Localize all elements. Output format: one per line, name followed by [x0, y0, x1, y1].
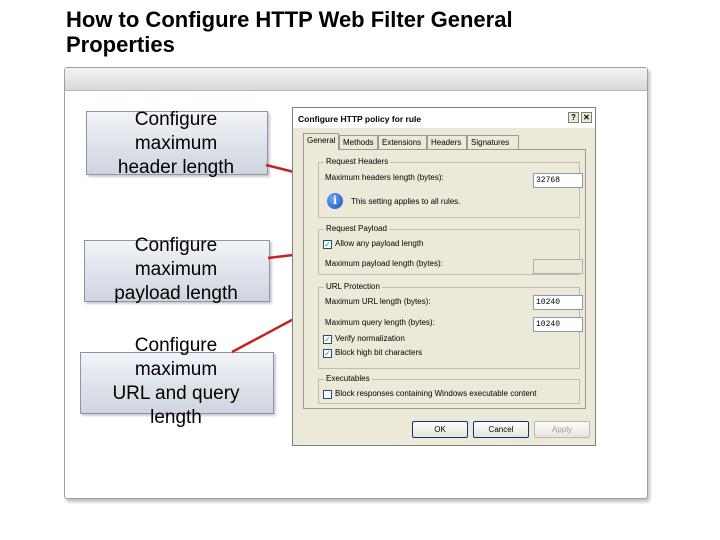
group-legend: Request Payload	[324, 224, 389, 234]
url-protection-group: URL Protection Maximum URL length (bytes…	[318, 282, 583, 369]
executables-group: Executables Block responses containing W…	[318, 374, 580, 404]
apply-button[interactable]: Apply	[534, 421, 590, 438]
max-url-label: Maximum URL length (bytes):	[325, 297, 431, 306]
group-legend: Executables	[324, 374, 372, 384]
block-high-bit-checkbox[interactable]: ✓	[323, 349, 332, 358]
http-policy-dialog: Configure HTTP policy for rule ? ✕ Gener…	[292, 107, 596, 446]
block-high-bit-label: Block high bit characters	[335, 348, 423, 357]
group-legend: Request Headers	[324, 157, 391, 167]
max-payload-input[interactable]	[533, 259, 583, 274]
tab-general[interactable]: General	[303, 133, 339, 150]
max-headers-input[interactable]: 32768	[533, 173, 583, 188]
max-query-input[interactable]: 10240	[533, 317, 583, 332]
max-url-input[interactable]: 10240	[533, 295, 583, 310]
dialog-title: Configure HTTP policy for rule	[298, 114, 422, 124]
close-icon[interactable]: ✕	[581, 112, 592, 123]
ok-button[interactable]: OK	[412, 421, 468, 438]
help-icon[interactable]: ?	[568, 112, 579, 123]
dialog-titlebar[interactable]: Configure HTTP policy for rule ? ✕	[293, 108, 595, 128]
block-executables-checkbox[interactable]	[323, 390, 332, 399]
max-payload-label: Maximum payload length (bytes):	[325, 259, 443, 268]
allow-any-payload-label: Allow any payload length	[335, 239, 424, 248]
verify-normalization-checkbox[interactable]: ✓	[323, 335, 332, 344]
block-executables-label: Block responses containing Windows execu…	[335, 389, 537, 398]
max-headers-label: Maximum headers length (bytes):	[325, 173, 444, 182]
max-query-label: Maximum query length (bytes):	[325, 318, 435, 327]
group-legend: URL Protection	[324, 282, 382, 292]
tab-extensions[interactable]: Extensions	[378, 135, 427, 149]
tab-methods[interactable]: Methods	[339, 135, 378, 149]
tab-signatures[interactable]: Signatures	[467, 135, 519, 149]
request-headers-group: Request Headers Maximum headers length (…	[318, 157, 583, 218]
cancel-button[interactable]: Cancel	[473, 421, 529, 438]
verify-normalization-label: Verify normalization	[335, 334, 405, 343]
tab-headers[interactable]: Headers	[427, 135, 467, 149]
info-text: This setting applies to all rules.	[351, 197, 461, 206]
allow-any-payload-checkbox[interactable]: ✓	[323, 240, 332, 249]
general-tab-panel: Request Headers Maximum headers length (…	[303, 149, 586, 409]
info-icon: i	[327, 193, 343, 209]
request-payload-group: Request Payload ✓ Allow any payload leng…	[318, 224, 583, 275]
